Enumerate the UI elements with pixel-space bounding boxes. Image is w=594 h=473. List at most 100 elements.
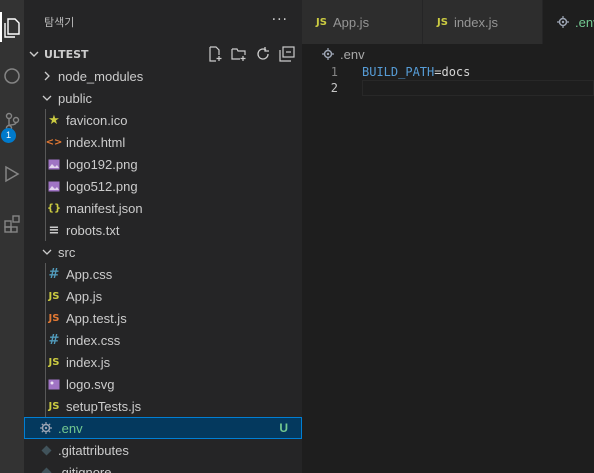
file-label: favicon.ico xyxy=(66,112,128,128)
extensions-icon[interactable] xyxy=(0,210,24,238)
more-actions-icon[interactable]: ··· xyxy=(272,12,288,28)
js-file-icon: JS xyxy=(316,16,327,28)
new-folder-icon[interactable] xyxy=(230,45,248,63)
code-line-current: 2 xyxy=(302,80,594,96)
git-untracked-badge: U xyxy=(279,421,288,435)
file-robots[interactable]: ≡ robots.txt xyxy=(24,219,302,241)
indent-guide xyxy=(45,131,46,153)
file-index-js[interactable]: JS index.js xyxy=(24,351,302,373)
file-label: robots.txt xyxy=(66,222,120,238)
chevron-right-icon xyxy=(40,65,54,87)
indent-guide xyxy=(45,351,46,373)
editor-area: JS App.js JS index.js .env .env 1 BUILD_… xyxy=(302,0,594,473)
chevron-down-icon xyxy=(40,241,54,263)
star-icon: ★ xyxy=(48,112,60,128)
file-index-css[interactable]: # index.css xyxy=(24,329,302,351)
file-logo192[interactable]: logo192.png xyxy=(24,153,302,175)
file-logo512[interactable]: logo512.png xyxy=(24,175,302,197)
indent-guide xyxy=(45,175,46,197)
chevron-down-icon xyxy=(40,87,54,109)
collapse-all-icon[interactable] xyxy=(278,45,296,63)
folder-src[interactable]: src xyxy=(24,241,302,263)
file-label: logo192.png xyxy=(66,156,138,172)
gear-icon xyxy=(322,48,334,60)
tab-app-js[interactable]: JS App.js xyxy=(302,0,423,44)
file-index-html[interactable]: <> index.html xyxy=(24,131,302,153)
line-number: 2 xyxy=(330,81,338,95)
file-env[interactable]: .env U xyxy=(24,417,302,439)
file-label: index.html xyxy=(66,134,126,150)
text-file-icon: ≡ xyxy=(48,222,60,238)
search-icon[interactable] xyxy=(0,62,24,90)
run-debug-icon[interactable] xyxy=(0,160,24,188)
js-file-icon: JS xyxy=(48,356,60,368)
indent-guide xyxy=(45,263,46,285)
folder-label: public xyxy=(58,90,92,106)
new-file-icon[interactable] xyxy=(206,45,224,63)
file-manifest[interactable]: {} manifest.json xyxy=(24,197,302,219)
file-setup-tests[interactable]: JS setupTests.js xyxy=(24,395,302,417)
file-favicon[interactable]: ★ favicon.ico xyxy=(24,109,302,131)
js-file-icon: JS xyxy=(48,290,60,302)
folder-label: node_modules xyxy=(58,68,144,84)
svg-file-icon xyxy=(46,373,62,395)
indent-guide xyxy=(45,285,46,307)
file-label: manifest.json xyxy=(66,200,143,216)
file-label: App.css xyxy=(66,266,113,282)
tab-env[interactable]: .env xyxy=(543,0,594,44)
file-gitignore[interactable]: .gitignore xyxy=(24,461,302,473)
tab-label: index.js xyxy=(453,14,499,30)
css-file-icon: # xyxy=(48,266,60,282)
indent-guide xyxy=(45,395,46,417)
tab-index-js[interactable]: JS index.js xyxy=(423,0,543,44)
file-app-css[interactable]: # App.css xyxy=(24,263,302,285)
refresh-icon[interactable] xyxy=(254,45,272,63)
activity-bar: 1 xyxy=(0,0,24,473)
folder-node-modules[interactable]: node_modules xyxy=(24,65,302,87)
sidebar-title: 탐색기 xyxy=(44,16,75,29)
image-file-icon xyxy=(46,175,62,197)
line-content: BUILD_PATH=docs xyxy=(362,65,470,79)
file-app-test-js[interactable]: JS App.test.js xyxy=(24,307,302,329)
file-label: logo.svg xyxy=(66,376,115,392)
tab-label: App.js xyxy=(332,14,370,30)
indent-guide xyxy=(45,197,46,219)
breadcrumb-file: .env xyxy=(340,46,365,62)
env-value: docs xyxy=(441,65,471,79)
folder-label: src xyxy=(58,244,76,260)
file-label: App.js xyxy=(66,288,103,304)
folder-public[interactable]: public xyxy=(24,87,302,109)
file-label: setupTests.js xyxy=(66,398,142,414)
scm-badge: 1 xyxy=(1,128,16,143)
git-file-icon xyxy=(38,461,54,473)
file-gitattributes[interactable]: .gitattributes xyxy=(24,439,302,461)
chevron-down-icon xyxy=(24,49,44,59)
code-editor[interactable]: 1 BUILD_PATH=docs 2 xyxy=(302,64,594,96)
gear-icon xyxy=(38,417,54,439)
file-label: .gitattributes xyxy=(58,442,129,458)
explorer-icon[interactable] xyxy=(0,14,24,42)
indent-guide xyxy=(45,219,46,241)
file-label: index.js xyxy=(66,354,111,370)
file-label: logo512.png xyxy=(66,178,138,194)
file-logo-svg[interactable]: logo.svg xyxy=(24,373,302,395)
workspace-section-header[interactable]: ULTEST xyxy=(24,44,302,64)
file-label: index.css xyxy=(66,332,121,348)
js-file-icon: JS xyxy=(48,400,60,412)
tab-bar: JS App.js JS index.js .env xyxy=(302,0,594,44)
breadcrumb[interactable]: .env xyxy=(302,44,365,64)
js-file-icon: JS xyxy=(437,16,448,28)
env-key: BUILD_PATH xyxy=(362,65,435,79)
tab-label: .env xyxy=(575,14,594,30)
file-tree: node_modules public ★ favicon.ico <> ind… xyxy=(24,65,302,473)
indent-guide xyxy=(45,373,46,395)
indent-guide xyxy=(45,153,46,175)
html-file-icon: <> xyxy=(45,136,63,148)
current-line-highlight xyxy=(362,80,594,96)
file-label: .gitignore xyxy=(58,464,112,473)
file-app-js[interactable]: JS App.js xyxy=(24,285,302,307)
explorer-actions xyxy=(206,44,296,64)
file-label: App.test.js xyxy=(66,310,127,326)
explorer-sidebar: 탐색기 ··· ULTEST node_modules public ★ fav… xyxy=(24,0,302,473)
line-number: 1 xyxy=(330,65,338,79)
